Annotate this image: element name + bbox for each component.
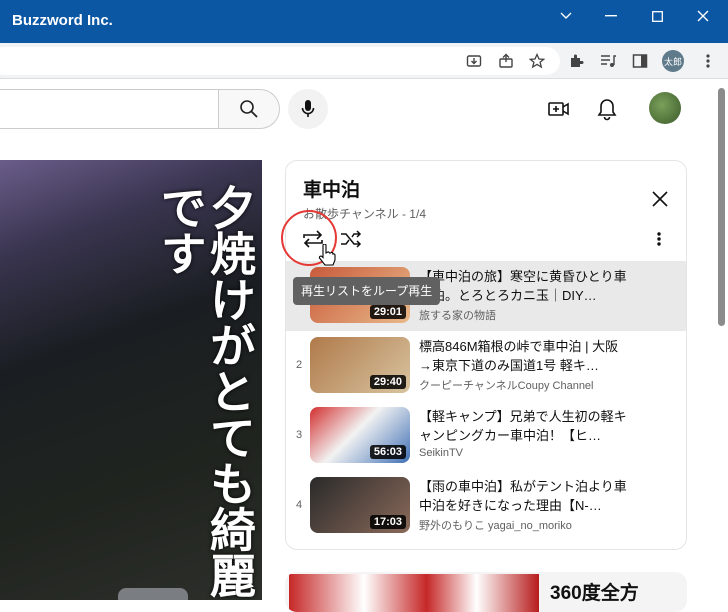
video-thumbnail[interactable]: 56:03 xyxy=(310,407,410,463)
video-duration: 17:03 xyxy=(369,515,406,529)
minimize-icon[interactable] xyxy=(593,5,629,27)
playlist-item-index: 4 xyxy=(295,499,303,511)
page-scrollbar[interactable] xyxy=(716,80,728,600)
profile-avatar[interactable]: 太郎 xyxy=(662,50,684,72)
close-playlist-button[interactable] xyxy=(648,187,672,211)
install-icon[interactable] xyxy=(464,51,484,71)
playlist-item[interactable]: 2 29:40 標高846M箱根の峠で車中泊 | 大阪→東京下道のみ国道1号 軽… xyxy=(286,331,686,401)
video-overlay-text: 夕焼けがとても綺麗です xyxy=(155,184,256,598)
video-title[interactable]: 標高846M箱根の峠で車中泊 | 大阪→東京下道のみ国道1号 軽キ… xyxy=(419,337,631,375)
notifications-button[interactable] xyxy=(595,97,619,121)
shuffle-playlist-button[interactable] xyxy=(336,224,366,254)
site-header xyxy=(0,80,716,138)
playlist-item-index: 3 xyxy=(295,429,303,441)
browser-menu-icon[interactable] xyxy=(698,51,718,71)
media-control-icon[interactable] xyxy=(598,51,618,71)
playlist-item[interactable]: 4 17:03 【雨の車中泊】私がテント泊より車中泊を好きになった理由【N-… … xyxy=(286,471,686,541)
create-video-button[interactable] xyxy=(547,97,571,121)
hand-cursor-icon xyxy=(318,243,336,271)
playlist-panel: 車中泊 お散歩チャンネル - 1/4 29:01 【車中泊の旅】寒空に黄昏ひとり… xyxy=(285,160,687,550)
search-input[interactable] xyxy=(0,89,219,129)
playlist-more-button[interactable] xyxy=(644,224,674,254)
search-button[interactable] xyxy=(218,89,280,129)
window-titlebar: Buzzword Inc. xyxy=(0,0,728,43)
scrollbar-thumb[interactable] xyxy=(718,88,725,326)
channel-name[interactable]: 野外のもりこ yagai_no_moriko xyxy=(419,517,572,533)
video-duration: 29:40 xyxy=(369,375,406,389)
video-title[interactable]: 【車中泊の旅】寒空に黄昏ひとり車中泊。とろとろカニ玉｜DIY… xyxy=(419,267,631,305)
browser-toolbar: 太郎 xyxy=(0,43,728,79)
recommendation-title[interactable]: 360度全方 xyxy=(550,578,639,605)
bell-icon xyxy=(597,99,617,121)
recommendation-card[interactable]: 360度全方 xyxy=(285,572,687,612)
extensions-icon[interactable] xyxy=(566,51,586,71)
video-thumbnail[interactable]: 17:03 xyxy=(310,477,410,533)
tab-search-icon[interactable] xyxy=(548,5,584,27)
recommendation-thumbnail[interactable] xyxy=(289,574,539,612)
share-icon[interactable] xyxy=(496,51,516,71)
shuffle-icon xyxy=(341,230,362,248)
bookmark-star-icon[interactable] xyxy=(527,51,547,71)
search-icon xyxy=(240,100,258,118)
playlist-item-index: 2 xyxy=(295,359,303,371)
user-avatar[interactable] xyxy=(649,92,681,124)
channel-name[interactable]: SeikinTV xyxy=(419,447,463,459)
video-duration: 56:03 xyxy=(369,445,406,459)
more-vert-icon xyxy=(657,232,661,246)
window-title: Buzzword Inc. xyxy=(12,12,113,29)
video-title[interactable]: 【雨の車中泊】私がテント泊より車中泊を好きになった理由【N-… xyxy=(419,477,631,515)
video-player[interactable]: 夕焼けがとても綺麗です xyxy=(0,160,262,600)
playlist-item[interactable]: 3 56:03 【軽キャンプ】兄弟で人生初の軽キャンピングカー車中泊！【ヒ… S… xyxy=(286,401,686,471)
maximize-icon[interactable] xyxy=(639,5,675,27)
channel-name[interactable]: クーピーチャンネルCoupy Channel xyxy=(419,377,594,393)
video-duration: 29:01 xyxy=(369,305,406,319)
microphone-icon xyxy=(301,100,315,117)
video-frame-car xyxy=(118,588,188,600)
video-camera-plus-icon xyxy=(548,102,569,116)
side-panel-icon[interactable] xyxy=(630,51,650,71)
loop-tooltip: 再生リストをループ再生 xyxy=(293,277,441,305)
video-title[interactable]: 【軽キャンプ】兄弟で人生初の軽キャンピングカー車中泊！【ヒ… xyxy=(419,407,631,445)
channel-name[interactable]: 旅する家の物語 xyxy=(419,307,496,323)
video-thumbnail[interactable]: 29:40 xyxy=(310,337,410,393)
close-icon xyxy=(652,191,668,207)
close-window-icon[interactable] xyxy=(685,5,721,27)
playlist-title[interactable]: 車中泊 xyxy=(303,175,360,202)
voice-search-button[interactable] xyxy=(288,89,328,129)
